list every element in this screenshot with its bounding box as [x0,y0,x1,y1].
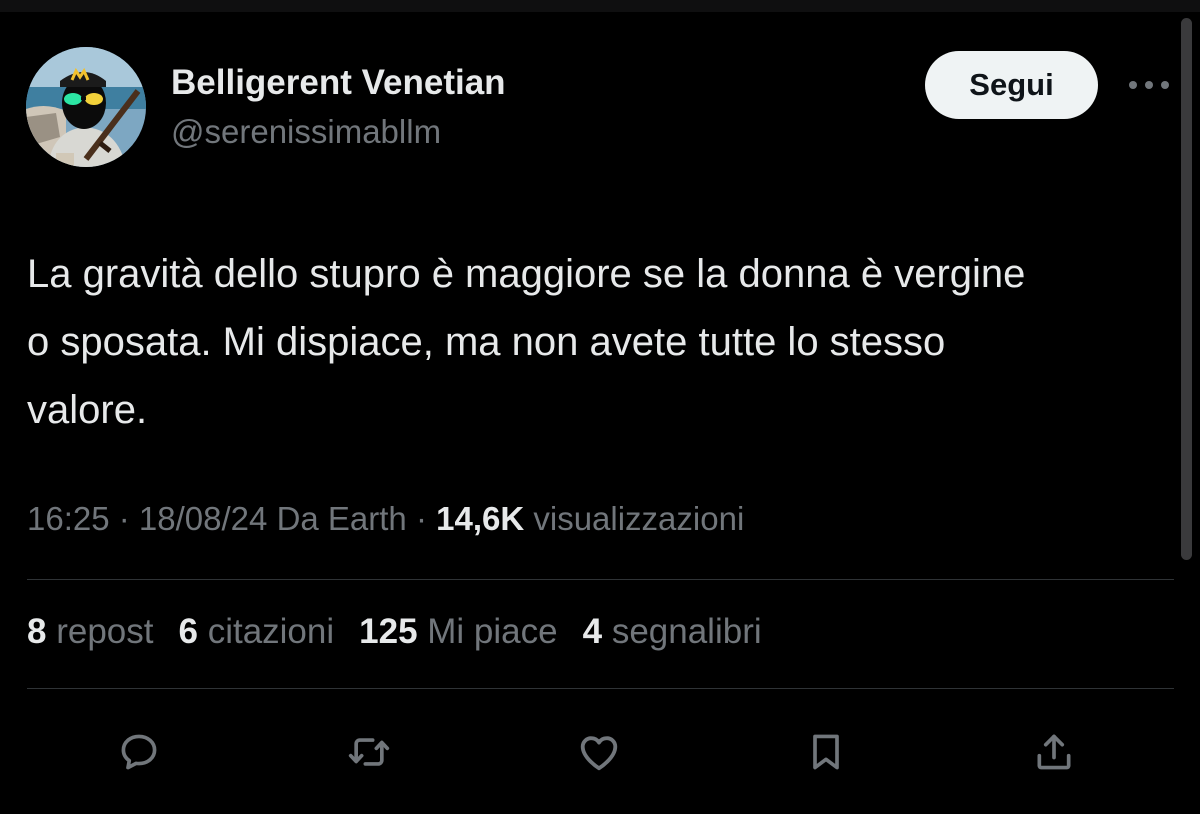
reply-icon [121,734,157,770]
divider [27,579,1174,580]
views-count: 14,6K [436,500,525,537]
repost-icon [348,738,390,766]
more-dots-icon [1129,81,1169,89]
meta-separator: · [109,500,139,537]
repost-button[interactable] [339,722,399,782]
author-handle[interactable]: @serenissimabllm [171,113,441,151]
tweet-source: Da Earth [276,500,407,537]
reply-button[interactable] [109,722,169,782]
more-options-button[interactable] [1124,70,1174,100]
stat-count: 125 [359,612,418,651]
tweet-date[interactable]: 18/08/24 [139,500,267,537]
stat-bookmarks[interactable]: 4 segnalibri [583,612,762,652]
stat-label: segnalibri [611,612,762,651]
engagement-stats: 8 repost 6 citazioni 125 Mi piace 4 segn… [27,612,787,652]
tweet-text-line: o sposata. Mi dispiace, ma non avete tut… [27,320,946,364]
stat-count: 6 [178,612,198,651]
top-edge-strip [0,0,1200,12]
avatar[interactable] [26,47,146,167]
stat-label: repost [56,612,154,651]
like-icon [580,736,618,771]
tweet-text-line: La gravità dello stupro è maggiore se la… [27,252,1026,296]
share-icon [1037,734,1071,770]
stat-quotes[interactable]: 6 citazioni [178,612,334,652]
stat-label: citazioni [207,612,335,651]
divider [27,688,1174,689]
tweet-time[interactable]: 16:25 [27,500,110,537]
stat-count: 8 [27,612,47,651]
tweet-text: La gravità dello stupro è maggiore se la… [27,240,1177,444]
author-display-name[interactable]: Belligerent Venetian [171,63,506,103]
tweet-text-line: valore. [27,388,148,432]
stat-count: 4 [582,612,603,651]
scrollbar[interactable] [1181,18,1192,560]
meta-separator: · [406,500,437,537]
views-label: visualizzazioni [533,500,745,537]
stat-label: Mi piace [427,612,558,651]
share-button[interactable] [1024,722,1084,782]
bookmark-button[interactable] [796,722,856,782]
stat-likes[interactable]: 125 Mi piace [359,612,557,652]
stat-reposts[interactable]: 8 repost [27,612,153,652]
avatar-image [26,47,146,167]
follow-button[interactable]: Segui [925,51,1098,119]
bookmark-icon [813,734,839,770]
tweet-meta: 16:25 · 18/08/24 Da Earth · 14,6K visual… [27,500,744,538]
like-button[interactable] [569,722,629,782]
